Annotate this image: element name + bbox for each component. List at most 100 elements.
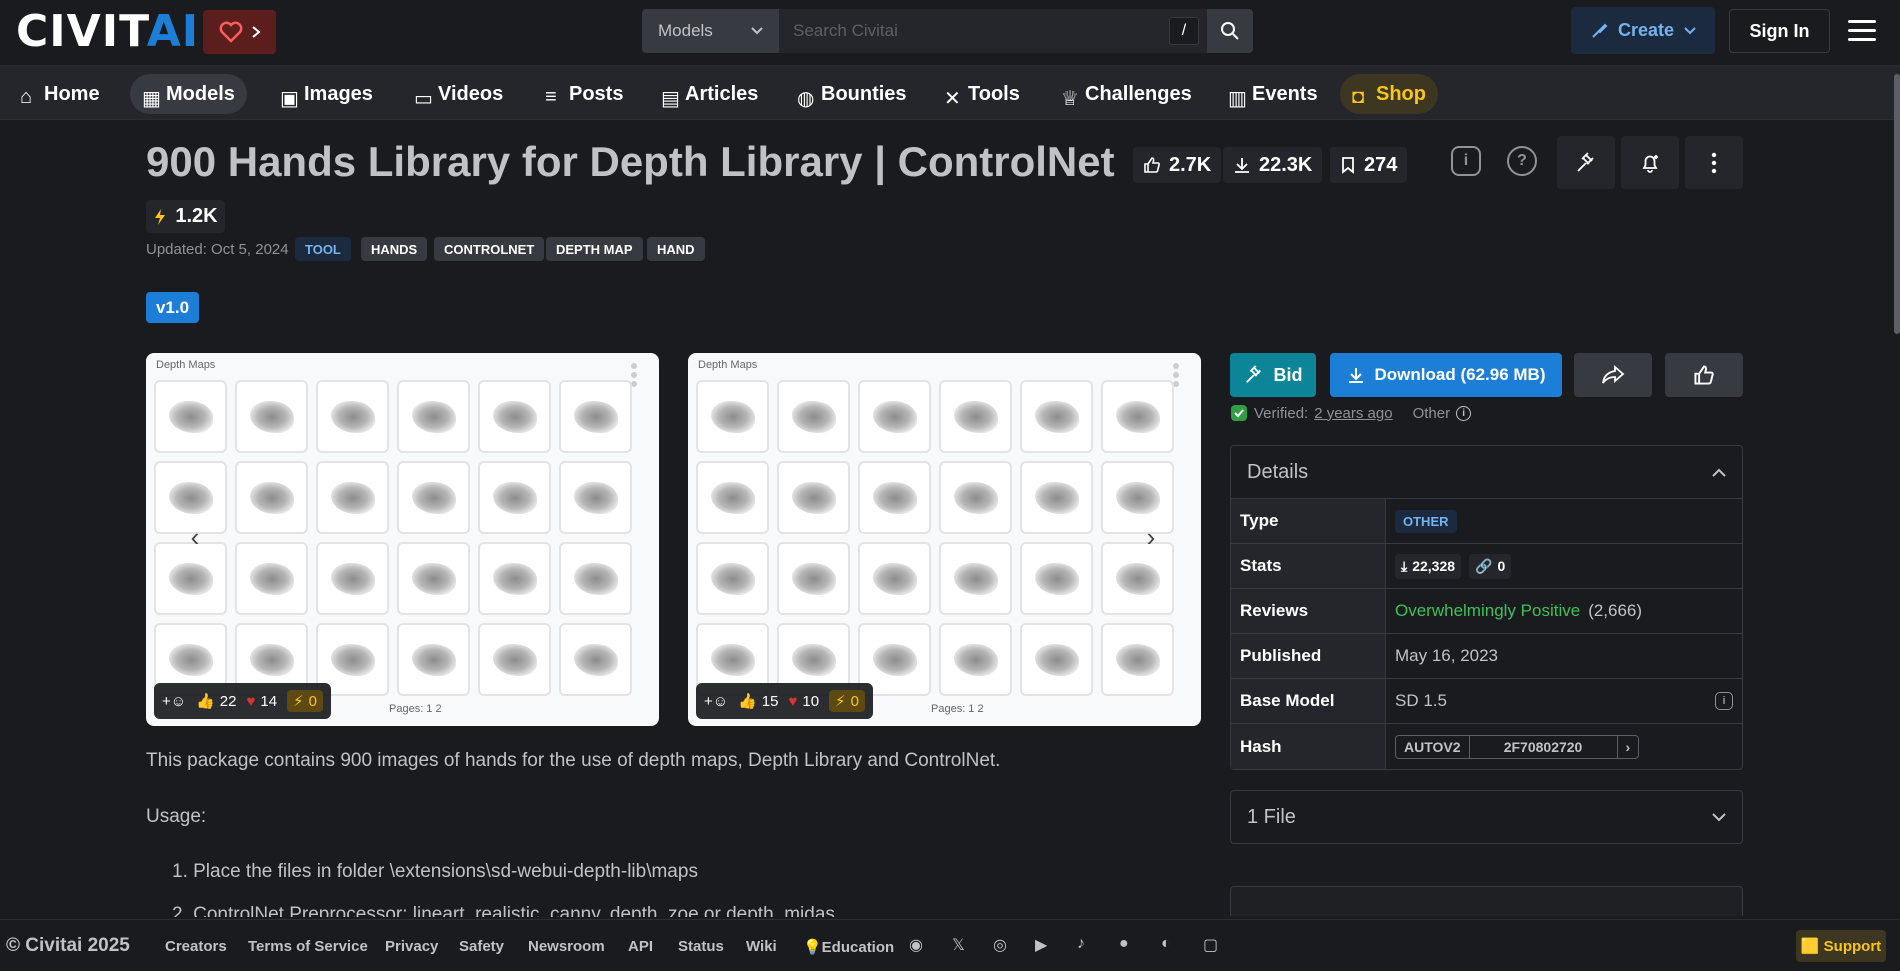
footer-link-education[interactable]: 💡Education [803, 938, 894, 956]
x-icon[interactable]: 𝕏 [952, 935, 974, 957]
footer-link-privacy[interactable]: Privacy [385, 938, 438, 955]
tag-tool[interactable]: TOOL [295, 237, 351, 261]
buzz-stat[interactable]: 1.2K [146, 200, 225, 233]
menu-icon[interactable] [1848, 20, 1876, 42]
bid-button[interactable]: Bid [1230, 353, 1316, 397]
published-date: May 16, 2023 [1395, 646, 1499, 665]
heart-reaction[interactable]: ♥ 10 [788, 693, 819, 710]
support-heart-button[interactable] [203, 10, 276, 54]
heart-emoji-icon: ♥ [788, 692, 798, 710]
share-button[interactable] [1574, 353, 1652, 397]
scrollbar-thumb[interactable] [1894, 74, 1900, 334]
heart-reaction[interactable]: ♥ 14 [246, 693, 277, 710]
gavel-button[interactable] [1557, 136, 1615, 189]
nav-articles[interactable]: ▤ Articles [649, 74, 770, 114]
tiktok-icon[interactable]: ♪ [1077, 935, 1099, 957]
nav-posts[interactable]: ≡ Posts [533, 74, 635, 114]
reviews-summary-link[interactable]: Overwhelmingly Positive [1395, 601, 1580, 621]
nav-home[interactable]: ⌂ Home [8, 74, 112, 114]
details-panel: Details Type OTHER Stats ⤓ 22,328 🔗 0 Revi… [1230, 445, 1743, 770]
carousel-prev-button[interactable]: ‹ [178, 520, 212, 554]
hash-type: AUTOV2 [1396, 735, 1470, 758]
reddit-icon[interactable]: ● [1119, 935, 1141, 957]
bookmarks-stat[interactable]: 274 [1330, 147, 1408, 183]
hand-thumbnail [316, 542, 389, 615]
hand-thumbnail [397, 623, 470, 696]
details-header[interactable]: Details [1231, 446, 1742, 499]
nav-images[interactable]: ▣ Images [268, 74, 385, 114]
nav-videos[interactable]: ▭ Videos [402, 74, 515, 114]
tag-hands[interactable]: HANDS [361, 237, 428, 261]
info-icon[interactable]: i [1715, 692, 1733, 710]
download-button[interactable]: Download (62.96 MB) [1330, 353, 1562, 397]
add-reaction-icon[interactable]: +☺ [704, 693, 728, 710]
nav-events[interactable]: ▥ Events [1216, 74, 1330, 114]
footer-link-terms[interactable]: Terms of Service [248, 938, 368, 955]
more-options-button[interactable] [1685, 136, 1743, 189]
github-icon[interactable]: ◐ [1161, 935, 1183, 957]
tag-depth-map[interactable]: DEPTH MAP [546, 237, 643, 261]
bolt-icon [155, 208, 166, 225]
carousel-next-button[interactable]: › [1134, 520, 1168, 554]
hand-thumbnail [478, 542, 551, 615]
thumbs-up-icon [1144, 157, 1160, 173]
notify-button[interactable] [1621, 136, 1679, 189]
nav-bounties[interactable]: ◍ Bounties [785, 74, 919, 114]
footer-link-newsroom[interactable]: Newsroom [528, 938, 605, 955]
tag-controlnet[interactable]: CONTROLNET [434, 237, 545, 261]
gallery-card[interactable]: Depth Maps Pages: 1 2 +☺ 👍 15 ♥ 10 ⚡ 0 [688, 353, 1201, 726]
discord-icon[interactable]: ◉ [909, 935, 931, 957]
buzz-tip-button[interactable]: ⚡ 0 [287, 690, 323, 712]
usage-step: 1. Place the files in folder \extensions… [172, 861, 698, 882]
likes-stat[interactable]: 2.7K [1133, 147, 1222, 183]
help-icon[interactable]: ? [1507, 146, 1537, 176]
nav-models[interactable]: ▦ Models [130, 74, 247, 114]
footer-link-status[interactable]: Status [678, 938, 724, 955]
like-reaction[interactable]: 👍 15 [738, 692, 778, 711]
add-reaction-icon[interactable]: +☺ [162, 693, 186, 710]
verified-date[interactable]: 2 years ago [1314, 405, 1392, 422]
nav-challenges[interactable]: ♕ Challenges [1049, 74, 1204, 114]
grid-icon: ▦ [142, 88, 161, 110]
buzz-tip-button[interactable]: ⚡ 0 [829, 690, 865, 712]
hand-thumbnail [397, 461, 470, 534]
downloads-chip: ⤓ 22,328 [1395, 553, 1462, 579]
version-badge[interactable]: v1.0 [146, 292, 199, 323]
nav-tools[interactable]: ✕ Tools [932, 74, 1032, 114]
like-button[interactable] [1665, 353, 1743, 397]
chat-icon[interactable]: ▢ [1203, 935, 1225, 957]
search-button[interactable] [1207, 9, 1253, 53]
hand-thumbnail [235, 542, 308, 615]
calendar-icon: ▥ [1228, 88, 1247, 110]
bell-plus-icon [1642, 154, 1658, 173]
hand-thumbnail [777, 380, 850, 453]
files-accordion[interactable]: 1 File [1230, 790, 1743, 844]
gavel-icon [1577, 151, 1594, 172]
stack-icon: ≡ [545, 86, 557, 108]
footer-link-wiki[interactable]: Wiki [746, 938, 777, 955]
search-input[interactable]: Search Civitai / [779, 9, 1207, 53]
create-button[interactable]: Create [1571, 7, 1715, 54]
hand-thumbnail [559, 542, 632, 615]
hand-thumbnail [559, 461, 632, 534]
civitai-logo[interactable]: CIVITAI [16, 10, 199, 54]
footer-link-safety[interactable]: Safety [459, 938, 504, 955]
instagram-icon[interactable]: ◎ [993, 935, 1015, 957]
hand-thumbnail [696, 542, 769, 615]
nav-shop[interactable]: ◘ Shop [1340, 74, 1438, 114]
hash-copy[interactable]: AUTOV2 2F70802720 › [1395, 734, 1640, 759]
footer-link-creators[interactable]: Creators [165, 938, 227, 955]
support-button[interactable]: 🟨 Support [1796, 930, 1886, 962]
sign-in-button[interactable]: Sign In [1729, 9, 1830, 53]
gallery-card[interactable]: Depth Maps Pages: 1 2 +☺ 👍 22 ♥ 14 ⚡ 0 [146, 353, 659, 726]
info-icon[interactable]: i [1456, 405, 1472, 421]
hand-thumbnail [939, 542, 1012, 615]
hand-thumbnail [1020, 623, 1093, 696]
youtube-icon[interactable]: ▶ [1035, 935, 1057, 957]
like-reaction[interactable]: 👍 22 [196, 692, 236, 711]
tag-hand[interactable]: HAND [647, 237, 705, 261]
downloads-stat[interactable]: 22.3K [1223, 147, 1323, 183]
info-icon[interactable]: i [1451, 146, 1481, 176]
footer-link-api[interactable]: API [628, 938, 653, 955]
search-category-select[interactable]: Models [642, 9, 779, 53]
